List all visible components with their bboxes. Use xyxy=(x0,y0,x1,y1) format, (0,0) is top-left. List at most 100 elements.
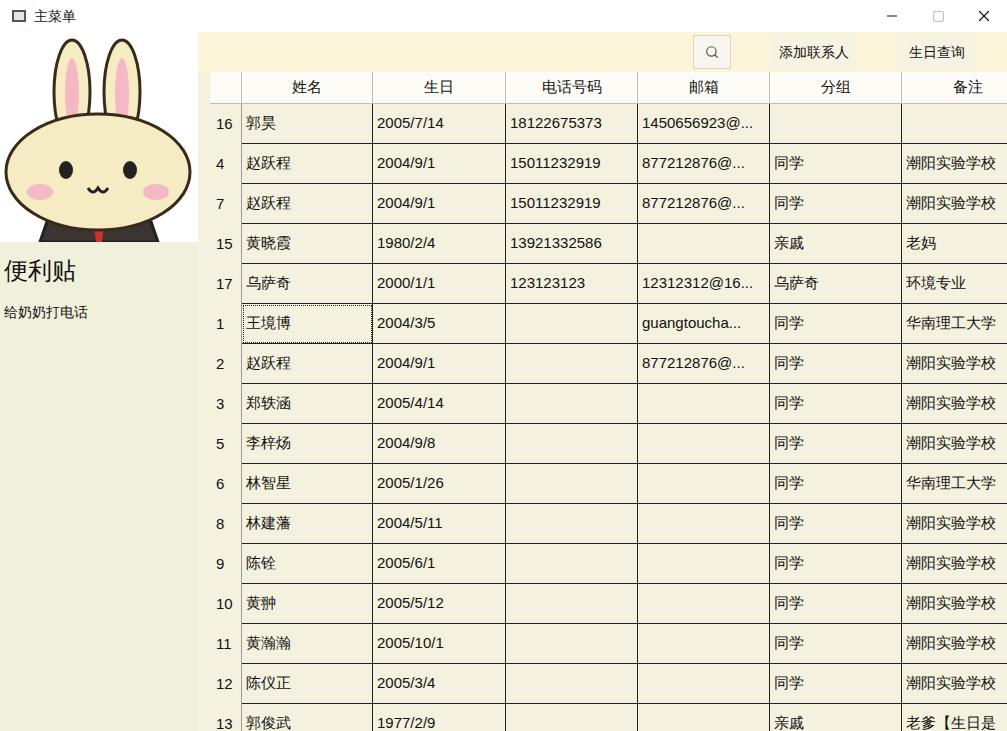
table-cell[interactable]: 13921332586 xyxy=(506,224,638,264)
table-cell[interactable] xyxy=(902,104,1007,144)
table-cell[interactable] xyxy=(506,424,638,464)
table-cell[interactable]: 潮阳实验学校 xyxy=(902,504,1007,544)
table-cell[interactable]: 亲戚 xyxy=(770,224,902,264)
table-cell[interactable]: 12312312@16... xyxy=(638,264,770,304)
table-cell[interactable]: 亲戚 xyxy=(770,704,902,731)
table-cell[interactable]: 2005/7/14 xyxy=(373,104,506,144)
table-cell[interactable] xyxy=(506,624,638,664)
table-row[interactable]: 8林建藩2004/5/11同学潮阳实验学校 xyxy=(210,504,1007,544)
table-cell[interactable] xyxy=(638,504,770,544)
sticky-note-item[interactable]: 给奶奶打电话 xyxy=(0,302,198,322)
table-cell[interactable]: 黄翀 xyxy=(242,584,373,624)
table-cell[interactable]: 乌萨奇 xyxy=(242,264,373,304)
column-header[interactable]: 生日 xyxy=(373,72,506,104)
table-cell[interactable]: 老妈 xyxy=(902,224,1007,264)
search-input[interactable] xyxy=(198,35,693,69)
table-cell[interactable] xyxy=(770,104,902,144)
table-cell[interactable] xyxy=(638,384,770,424)
table-cell[interactable]: 林建藩 xyxy=(242,504,373,544)
column-header[interactable]: 邮箱 xyxy=(638,72,770,104)
table-cell[interactable]: 1450656923@... xyxy=(638,104,770,144)
table-cell[interactable]: 乌萨奇 xyxy=(770,264,902,304)
table-cell[interactable] xyxy=(638,464,770,504)
table-cell[interactable]: 潮阳实验学校 xyxy=(902,384,1007,424)
table-cell[interactable]: 赵跃程 xyxy=(242,344,373,384)
table-cell[interactable]: 潮阳实验学校 xyxy=(902,664,1007,704)
table-cell[interactable]: 陈铨 xyxy=(242,544,373,584)
table-cell[interactable] xyxy=(506,704,638,731)
table-cell[interactable] xyxy=(638,624,770,664)
table-cell[interactable]: 赵跃程 xyxy=(242,144,373,184)
table-cell[interactable]: 2005/6/1 xyxy=(373,544,506,584)
table-row[interactable]: 5李梓炀2004/9/8同学潮阳实验学校 xyxy=(210,424,1007,464)
table-cell[interactable]: 黄晓霞 xyxy=(242,224,373,264)
column-header[interactable]: 电话号码 xyxy=(506,72,638,104)
table-cell[interactable]: 华南理工大学 xyxy=(902,464,1007,504)
table-cell[interactable]: 同学 xyxy=(770,504,902,544)
table-cell[interactable]: 2004/9/1 xyxy=(373,144,506,184)
table-cell[interactable] xyxy=(506,664,638,704)
table-cell[interactable]: 林智星 xyxy=(242,464,373,504)
table-cell[interactable]: 18122675373 xyxy=(506,104,638,144)
table-cell[interactable]: guangtoucha... xyxy=(638,304,770,344)
table-cell[interactable]: 郭昊 xyxy=(242,104,373,144)
table-cell[interactable]: 潮阳实验学校 xyxy=(902,584,1007,624)
table-cell[interactable]: 123123123 xyxy=(506,264,638,304)
column-header[interactable]: 备注 xyxy=(902,72,1007,104)
table-cell[interactable]: 同学 xyxy=(770,304,902,344)
table-row[interactable]: 17乌萨奇2000/1/112312312312312312@16...乌萨奇环… xyxy=(210,264,1007,304)
table-cell[interactable]: 赵跃程 xyxy=(242,184,373,224)
table-cell[interactable]: 潮阳实验学校 xyxy=(902,144,1007,184)
table-cell[interactable]: 环境专业 xyxy=(902,264,1007,304)
table-cell[interactable]: 华南理工大学 xyxy=(902,304,1007,344)
table-cell[interactable]: 2005/4/14 xyxy=(373,384,506,424)
table-cell[interactable]: 2005/3/4 xyxy=(373,664,506,704)
table-row[interactable]: 10黄翀2005/5/12同学潮阳实验学校 xyxy=(210,584,1007,624)
table-cell[interactable] xyxy=(638,544,770,584)
table-cell[interactable] xyxy=(506,304,638,344)
table-row[interactable]: 12陈仪正2005/3/4同学潮阳实验学校 xyxy=(210,664,1007,704)
table-cell[interactable]: 老爹【生日是 xyxy=(902,704,1007,731)
table-cell[interactable]: 2004/9/1 xyxy=(373,184,506,224)
table-cell[interactable] xyxy=(638,664,770,704)
table-cell[interactable]: 15011232919 xyxy=(506,184,638,224)
table-cell[interactable]: 2004/9/1 xyxy=(373,344,506,384)
table-cell[interactable]: 同学 xyxy=(770,424,902,464)
table-row[interactable]: 3郑轶涵2005/4/14同学潮阳实验学校 xyxy=(210,384,1007,424)
table-row[interactable]: 6林智星2005/1/26同学华南理工大学 xyxy=(210,464,1007,504)
table-row[interactable]: 9陈铨2005/6/1同学潮阳实验学校 xyxy=(210,544,1007,584)
table-cell[interactable]: 潮阳实验学校 xyxy=(902,184,1007,224)
table-row[interactable]: 15黄晓霞1980/2/413921332586亲戚老妈 xyxy=(210,224,1007,264)
table-cell[interactable] xyxy=(506,384,638,424)
table-cell[interactable] xyxy=(506,504,638,544)
search-button[interactable] xyxy=(693,35,731,69)
table-cell[interactable]: 潮阳实验学校 xyxy=(902,424,1007,464)
table-cell[interactable] xyxy=(506,584,638,624)
table-cell[interactable]: 同学 xyxy=(770,544,902,584)
table-cell[interactable] xyxy=(506,464,638,504)
table-cell[interactable]: 同学 xyxy=(770,464,902,504)
table-cell[interactable]: 潮阳实验学校 xyxy=(902,544,1007,584)
table-cell[interactable]: 黄瀚瀚 xyxy=(242,624,373,664)
table-cell[interactable]: 王境博 xyxy=(242,304,373,344)
table-row[interactable]: 7赵跃程2004/9/115011232919877212876@...同学潮阳… xyxy=(210,184,1007,224)
table-cell[interactable]: 2004/9/8 xyxy=(373,424,506,464)
table-cell[interactable]: 2005/5/12 xyxy=(373,584,506,624)
table-cell[interactable] xyxy=(638,584,770,624)
table-row[interactable]: 2赵跃程2004/9/1877212876@...同学潮阳实验学校 xyxy=(210,344,1007,384)
column-header[interactable]: 姓名 xyxy=(242,72,373,104)
table-cell[interactable]: 同学 xyxy=(770,584,902,624)
column-header[interactable]: 分组 xyxy=(770,72,902,104)
table-row[interactable]: 16郭昊2005/7/14181226753731450656923@... xyxy=(210,104,1007,144)
table-cell[interactable]: 同学 xyxy=(770,344,902,384)
table-cell[interactable]: 同学 xyxy=(770,384,902,424)
table-cell[interactable]: 同学 xyxy=(770,664,902,704)
table-cell[interactable]: 同学 xyxy=(770,624,902,664)
table-cell[interactable]: 李梓炀 xyxy=(242,424,373,464)
table-cell[interactable]: 877212876@... xyxy=(638,184,770,224)
table-cell[interactable]: 潮阳实验学校 xyxy=(902,624,1007,664)
table-cell[interactable]: 2005/10/1 xyxy=(373,624,506,664)
table-cell[interactable]: 877212876@... xyxy=(638,144,770,184)
table-cell[interactable]: 2004/3/5 xyxy=(373,304,506,344)
table-cell[interactable]: 877212876@... xyxy=(638,344,770,384)
